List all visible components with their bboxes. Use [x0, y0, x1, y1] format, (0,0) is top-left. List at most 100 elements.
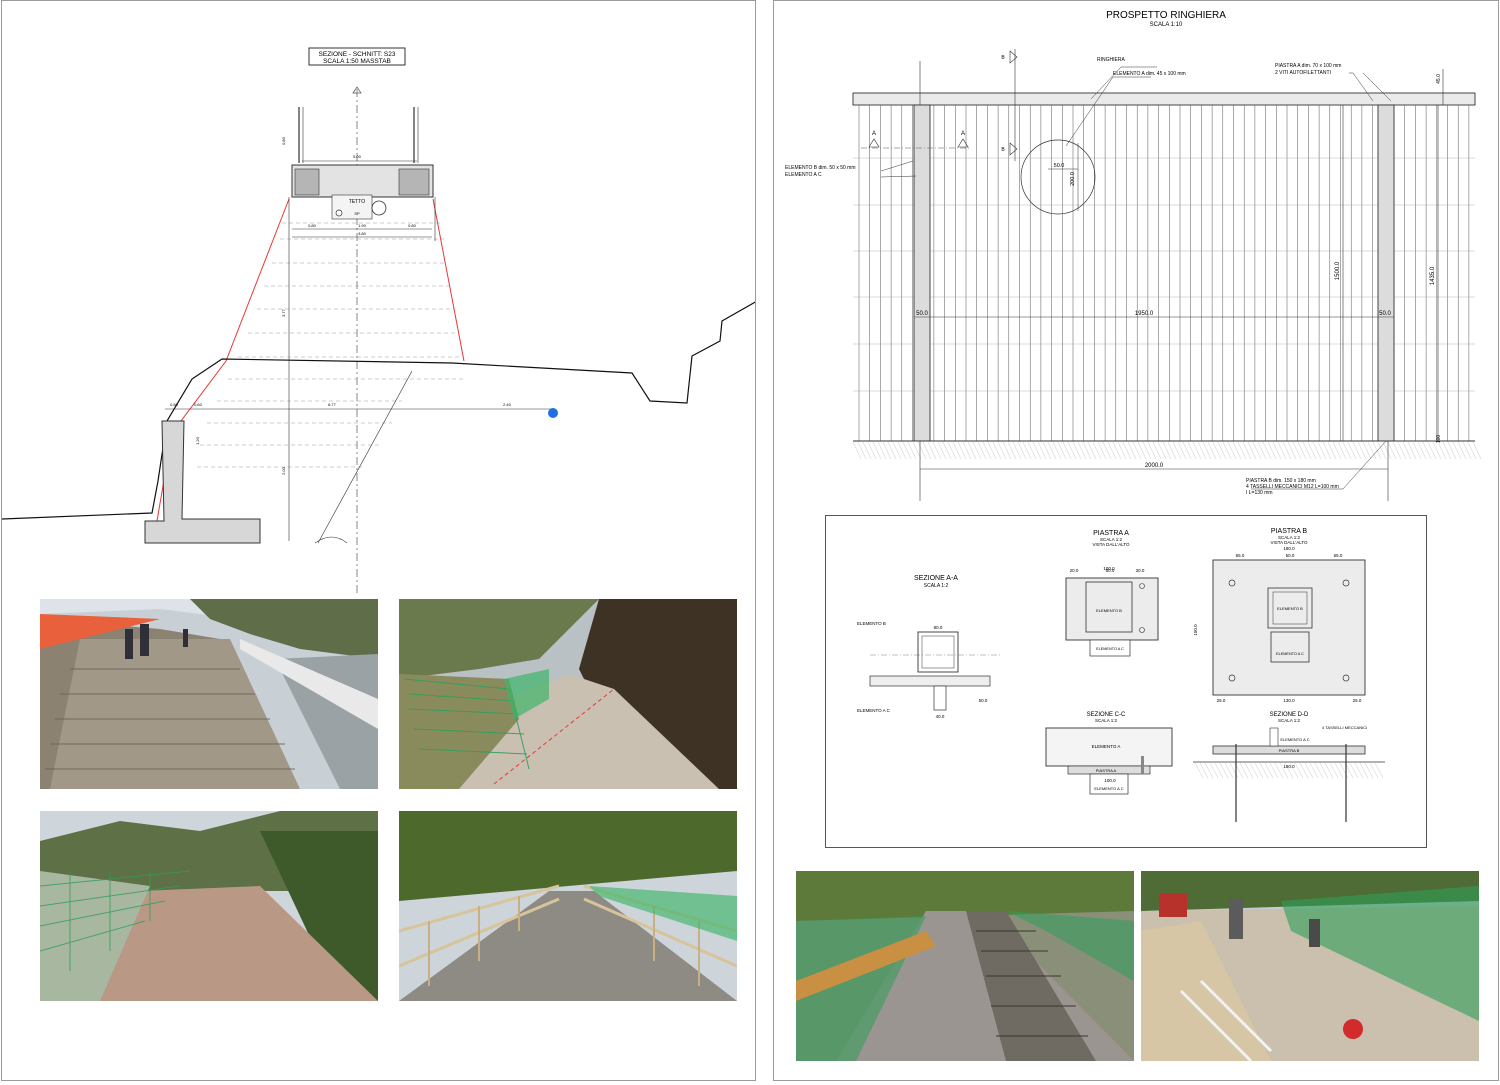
cc-elemento-ac: ELEMENTO A C	[1094, 786, 1123, 791]
hatch-line	[1052, 441, 1062, 460]
hatch-line	[1339, 762, 1349, 779]
hatch-line	[1057, 441, 1067, 460]
hatch-line	[1157, 441, 1167, 460]
dim-2000: 2000.0	[1145, 463, 1164, 469]
railing-left	[298, 107, 304, 163]
photo-embankment-workers	[40, 599, 378, 789]
hatch-line	[1347, 441, 1357, 460]
hatch-line	[1142, 441, 1152, 460]
dim-vertical-b: 3.77	[281, 308, 286, 317]
piastra-a-title: PIASTRA A	[1093, 530, 1129, 537]
hatch-line	[1407, 441, 1417, 460]
embankment-layers	[197, 222, 464, 468]
hatch-line	[1017, 441, 1027, 460]
aa-elemento-ac: ELEMENTO A C	[857, 708, 891, 713]
top-rail	[852, 92, 1476, 106]
dd-elemento-ac: ELEMENTO A C	[1280, 737, 1309, 742]
hatch-line	[1037, 441, 1047, 460]
hatch-line	[1172, 441, 1182, 460]
pa-elemento-b: ELEMENTO B	[1096, 608, 1122, 613]
aa-elemento-b: ELEMENTO B	[857, 621, 886, 626]
dim-mid-c: 0.80	[408, 223, 417, 228]
hatch-line	[927, 441, 937, 460]
dim-vertical-a: 0.80	[281, 136, 286, 145]
hatch-line	[1442, 441, 1452, 460]
hatch-line	[1317, 441, 1327, 460]
hatch-line	[1212, 441, 1222, 460]
hatch-line	[1239, 762, 1249, 779]
pb-dim-65-right: 65.0	[1334, 553, 1343, 558]
sezione-dd-scale: SCALA 1:2	[1278, 718, 1301, 723]
hatch-line	[1262, 441, 1272, 460]
cc-elemento-a: ELEMENTO A	[1092, 744, 1121, 749]
hatch-line	[1272, 441, 1282, 460]
sezione-aa-title: SEZIONE A-A	[914, 575, 958, 582]
hatch-line	[1232, 441, 1242, 460]
hatch-line	[867, 441, 877, 460]
hatch-line	[967, 441, 977, 460]
hatch-line	[1472, 441, 1482, 460]
hatch-line	[1032, 441, 1042, 460]
hatch-line	[977, 441, 987, 460]
hatch-line	[1214, 762, 1224, 779]
hatch-line	[1207, 441, 1217, 460]
hatch-line	[857, 441, 867, 460]
hatch-line	[862, 441, 872, 460]
hatch-line	[982, 441, 992, 460]
railing-scale: SCALA 1:10	[1150, 22, 1183, 28]
hatch-line	[1137, 441, 1147, 460]
hatch-line	[907, 441, 917, 460]
pb-dim-25-left: 25.0	[1217, 698, 1226, 703]
section-b-top: B	[1001, 55, 1005, 61]
dim-100: 100	[1436, 435, 1442, 444]
hatch-line	[922, 441, 932, 460]
hatch-line	[1297, 441, 1307, 460]
hatch-line	[1132, 441, 1142, 460]
hatch-line	[1242, 441, 1252, 460]
pa-dim-30: 30.0	[1136, 568, 1145, 573]
hatch-line	[1042, 441, 1052, 460]
hatch-line	[1377, 441, 1387, 460]
hatch-line	[1067, 441, 1077, 460]
marker-dot-icon[interactable]	[548, 408, 558, 418]
hatch-line	[1224, 762, 1234, 779]
dim-mid-b: 1.90	[358, 223, 367, 228]
hatch-line	[1432, 441, 1442, 460]
hatch-line	[952, 441, 962, 460]
terrain-profile	[1, 300, 758, 520]
hatch-line	[877, 441, 887, 460]
label-piastra-a: PIASTRA A dim. 70 x 100 mm	[1275, 63, 1341, 69]
photo-deck-formwork	[796, 871, 1134, 1061]
hatch-line	[1092, 441, 1102, 460]
curb-right	[398, 168, 430, 196]
hatch-line	[1452, 441, 1462, 460]
dim-left-b: 0.60	[194, 402, 203, 407]
hatch-line	[1267, 441, 1277, 460]
hatch-line	[1072, 441, 1082, 460]
hatch-line	[902, 441, 912, 460]
hatch-line	[1082, 441, 1092, 460]
dim-ground-b: 2.40	[503, 402, 512, 407]
dim-1500: 1500.0	[1335, 261, 1341, 280]
hatch-line	[937, 441, 947, 460]
dim-50-top: 50.0	[1054, 163, 1065, 169]
hatch-line	[1062, 441, 1072, 460]
hatch-line	[1329, 762, 1339, 779]
dd-piastra-b: PIASTRA B	[1279, 748, 1300, 753]
sezione-aa-scale: SCALA 1:2	[924, 583, 949, 589]
aa-dim-80: 80.0	[934, 625, 943, 630]
hatch-line	[947, 441, 957, 460]
hatch-line	[1322, 441, 1332, 460]
hatch-line	[1264, 762, 1274, 779]
hatch-line	[1022, 441, 1032, 460]
photo-slope-net	[399, 599, 737, 789]
hatch-line	[1027, 441, 1037, 460]
hatch-line	[1447, 441, 1457, 460]
label-elemento-a: ELEMENTO A dim. 45 x 100 mm	[1113, 71, 1186, 77]
hatch-line	[1357, 441, 1367, 460]
post-right	[1377, 104, 1395, 442]
dd-tasselli: 4 TASSELLI MECCANICI	[1322, 725, 1367, 730]
hatch-line	[1087, 441, 1097, 460]
left-sheet: SEZIONE - SCHNITT: S23 SCALA 1:50 MASSTA…	[1, 0, 758, 1081]
label-l130: I L=130 mm	[1246, 490, 1273, 496]
